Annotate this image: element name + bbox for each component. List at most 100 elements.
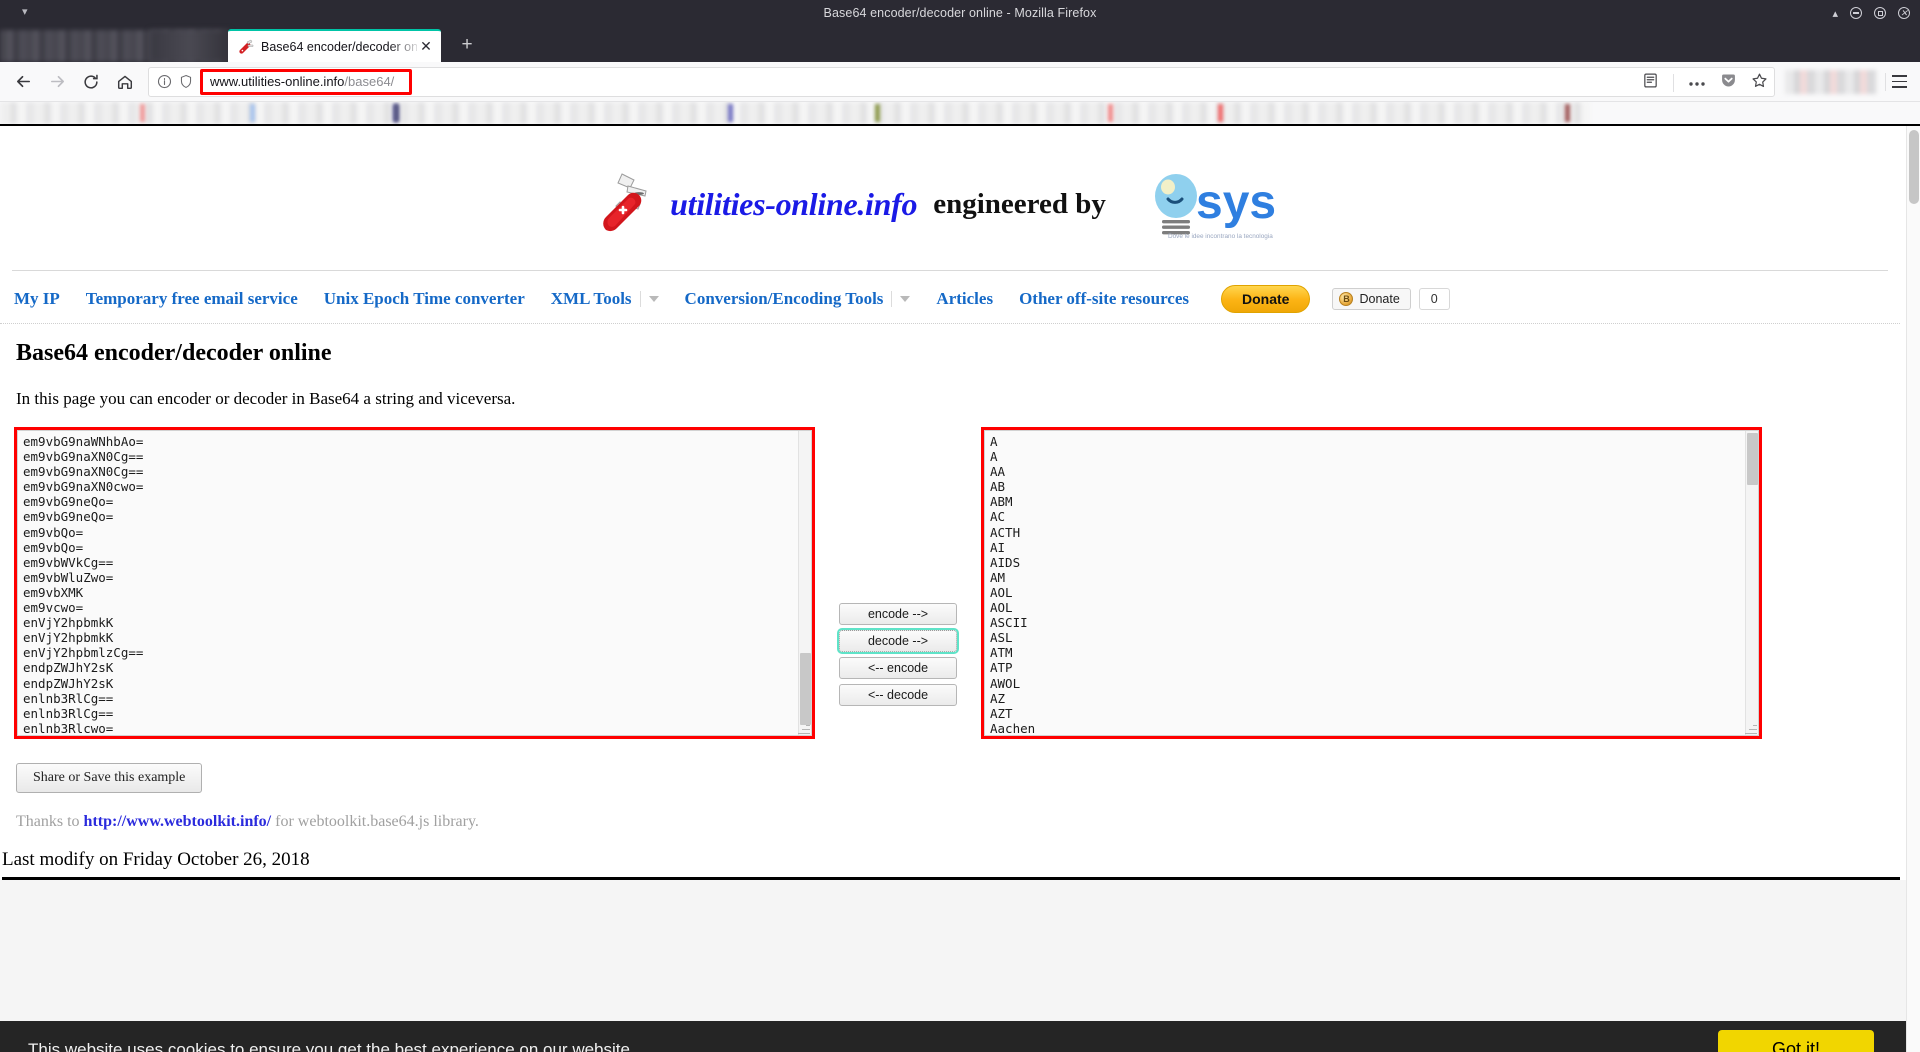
nav-divider bbox=[639, 291, 641, 307]
hamburger-menu-icon[interactable] bbox=[1886, 69, 1912, 95]
encode-right-button[interactable]: encode --> bbox=[839, 603, 957, 625]
nav-item-other-resources[interactable]: Other off-site resources bbox=[1019, 289, 1189, 309]
bitcoin-donate-button[interactable]: B Donate bbox=[1332, 288, 1411, 310]
plaintext-output[interactable]: A A AA AB ABM AC ACTH AI AIDS AM AOL AOL… bbox=[984, 430, 1759, 736]
blurred-tab-edge bbox=[150, 30, 230, 62]
site-nav-menu: My IP Temporary free email service Unix … bbox=[0, 271, 1900, 324]
encode-left-button[interactable]: <-- encode bbox=[839, 657, 957, 679]
page-info-icon bbox=[157, 74, 172, 89]
navigation-toolbar: www.utilities-online.info/base64/ bbox=[0, 62, 1920, 102]
plaintext-output-highlight: A A AA AB ABM AC ACTH AI AIDS AM AOL AOL… bbox=[981, 427, 1762, 739]
nav-item-conversion-group[interactable]: Conversion/Encoding Tools bbox=[685, 289, 911, 309]
svg-text:Dove le idee incontrano la tec: Dove le idee incontrano la tecnologia bbox=[1168, 233, 1273, 240]
page-scrollbar[interactable] bbox=[1906, 126, 1920, 1052]
scroll-thumb[interactable] bbox=[1747, 433, 1758, 485]
share-or-save-button[interactable]: Share or Save this example bbox=[16, 763, 203, 793]
nav-item-unix-epoch[interactable]: Unix Epoch Time converter bbox=[324, 289, 525, 309]
bookmark-item[interactable] bbox=[250, 104, 255, 122]
osys-logo[interactable]: sys Dove le idee incontrano la tecnologi… bbox=[1146, 168, 1306, 240]
thanks-note: Thanks to http://www.webtoolkit.info/ fo… bbox=[16, 813, 1900, 831]
page-content: utilities-online.info engineered by sys bbox=[0, 126, 1920, 1052]
forward-arrow-icon bbox=[42, 67, 72, 97]
chevron-down-icon[interactable] bbox=[648, 296, 659, 302]
toolbar-right bbox=[1785, 69, 1912, 95]
bookmark-item[interactable] bbox=[1565, 104, 1570, 122]
reader-view-icon[interactable] bbox=[1642, 72, 1659, 94]
base64-input[interactable]: em9vbG9naWNhbAo= em9vbG9naXN0Cg== em9vbG… bbox=[17, 430, 812, 736]
nav-item-articles[interactable]: Articles bbox=[936, 289, 993, 309]
swiss-army-knife-logo bbox=[594, 168, 666, 240]
url-text: www.utilities-online.info/base64/ bbox=[210, 74, 394, 89]
new-tab-button[interactable]: + bbox=[455, 32, 479, 56]
cookie-accept-button[interactable]: Got it! bbox=[1717, 1030, 1874, 1052]
active-tab[interactable]: Base64 encoder/decoder online ✕ bbox=[228, 29, 441, 62]
close-button[interactable]: ✕ bbox=[1898, 7, 1910, 19]
bitcoin-donate-label: Donate bbox=[1359, 292, 1400, 306]
nav-item-conversion-tools[interactable]: Conversion/Encoding Tools bbox=[685, 289, 884, 309]
bookmarks-toolbar[interactable] bbox=[0, 102, 1920, 126]
bitcoin-coin-icon: B bbox=[1339, 292, 1354, 306]
address-bar[interactable]: www.utilities-online.info/base64/ bbox=[148, 66, 1775, 98]
bookmark-item[interactable] bbox=[1108, 104, 1113, 122]
bookmark-item[interactable] bbox=[1218, 104, 1223, 122]
right-textarea-resize-grip[interactable] bbox=[1745, 722, 1757, 734]
page-actions-more-icon[interactable] bbox=[1688, 74, 1706, 92]
thanks-prefix: Thanks to bbox=[16, 813, 84, 830]
converter-row: em9vbG9naWNhbAo= em9vbG9naXN0Cg== em9vbG… bbox=[0, 427, 1900, 739]
left-textarea-resize-grip[interactable] bbox=[798, 722, 810, 734]
site-header: utilities-online.info engineered by sys bbox=[0, 126, 1900, 270]
firefox-browser-window: ▾ Base64 encoder/decoder online - Mozill… bbox=[0, 0, 1920, 1052]
nav-item-my-ip[interactable]: My IP bbox=[14, 289, 60, 309]
right-textarea-scrollbar[interactable] bbox=[1745, 431, 1758, 735]
chevron-down-icon[interactable]: ▾ bbox=[22, 7, 28, 18]
toolbar-divider bbox=[1673, 73, 1674, 92]
footer-grey-area bbox=[0, 880, 1920, 1030]
tab-strip: Base64 encoder/decoder online ✕ + bbox=[0, 26, 1920, 62]
reload-icon[interactable] bbox=[76, 67, 106, 97]
blurred-bookmarks[interactable] bbox=[0, 102, 1590, 124]
decode-left-button[interactable]: <-- decode bbox=[839, 684, 957, 706]
tab-close-icon[interactable]: ✕ bbox=[417, 38, 435, 56]
webtoolkit-link[interactable]: http://www.webtoolkit.info/ bbox=[84, 813, 272, 830]
url-highlight-box[interactable]: www.utilities-online.info/base64/ bbox=[200, 68, 412, 95]
bookmark-item[interactable] bbox=[875, 104, 880, 122]
window-controls: ▴ ✕ bbox=[1832, 0, 1910, 26]
page-description: In this page you can encoder or decoder … bbox=[16, 389, 516, 408]
nav-item-xml-tools[interactable]: XML Tools bbox=[551, 289, 632, 309]
pocket-icon[interactable] bbox=[1720, 72, 1737, 94]
blurred-extension-icons[interactable] bbox=[1785, 69, 1877, 94]
bookmark-item[interactable] bbox=[728, 104, 733, 122]
left-textarea-scrollbar[interactable] bbox=[798, 431, 811, 735]
engineered-by-label: engineered by bbox=[933, 187, 1106, 220]
nav-item-xml-tools-group[interactable]: XML Tools bbox=[551, 289, 659, 309]
page-scroll-thumb[interactable] bbox=[1909, 130, 1919, 204]
minimize-button[interactable] bbox=[1850, 7, 1862, 19]
window-title: Base64 encoder/decoder online - Mozilla … bbox=[823, 6, 1097, 20]
svg-text:sys: sys bbox=[1196, 176, 1276, 229]
back-arrow-icon[interactable] bbox=[8, 67, 38, 97]
thanks-suffix: for webtoolkit.base64.js library. bbox=[271, 813, 479, 830]
page-title: Base64 encoder/decoder online bbox=[16, 340, 332, 366]
address-bar-actions bbox=[1642, 68, 1768, 98]
decode-right-button[interactable]: decode --> bbox=[837, 628, 959, 654]
converter-buttons: encode --> decode --> <-- encode <-- dec… bbox=[837, 603, 959, 706]
bookmark-star-icon[interactable] bbox=[1751, 72, 1768, 94]
chevron-down-icon[interactable] bbox=[900, 296, 911, 302]
nav-item-temp-email[interactable]: Temporary free email service bbox=[86, 289, 298, 309]
bookmark-item[interactable] bbox=[140, 104, 145, 122]
site-brand[interactable]: utilities-online.info bbox=[670, 186, 917, 223]
donate-button[interactable]: Donate bbox=[1221, 285, 1311, 313]
url-host: www.utilities-online.info bbox=[210, 74, 345, 89]
restore-icon[interactable]: ▴ bbox=[1832, 7, 1838, 20]
bookmark-item[interactable] bbox=[394, 104, 399, 122]
home-icon[interactable] bbox=[110, 67, 140, 97]
scroll-thumb[interactable] bbox=[800, 653, 811, 725]
swiss-knife-favicon bbox=[238, 39, 254, 55]
bitcoin-donate-count: 0 bbox=[1418, 288, 1450, 310]
tracking-protection-shield-icon bbox=[180, 74, 192, 89]
base64-input-highlight: em9vbG9naWNhbAo= em9vbG9naXN0Cg== em9vbG… bbox=[14, 427, 815, 739]
nav-divider bbox=[891, 291, 893, 307]
identity-box[interactable] bbox=[157, 74, 193, 89]
cookie-consent-bar: This website uses cookies to ensure you … bbox=[0, 1021, 1920, 1052]
maximize-button[interactable] bbox=[1874, 7, 1886, 19]
